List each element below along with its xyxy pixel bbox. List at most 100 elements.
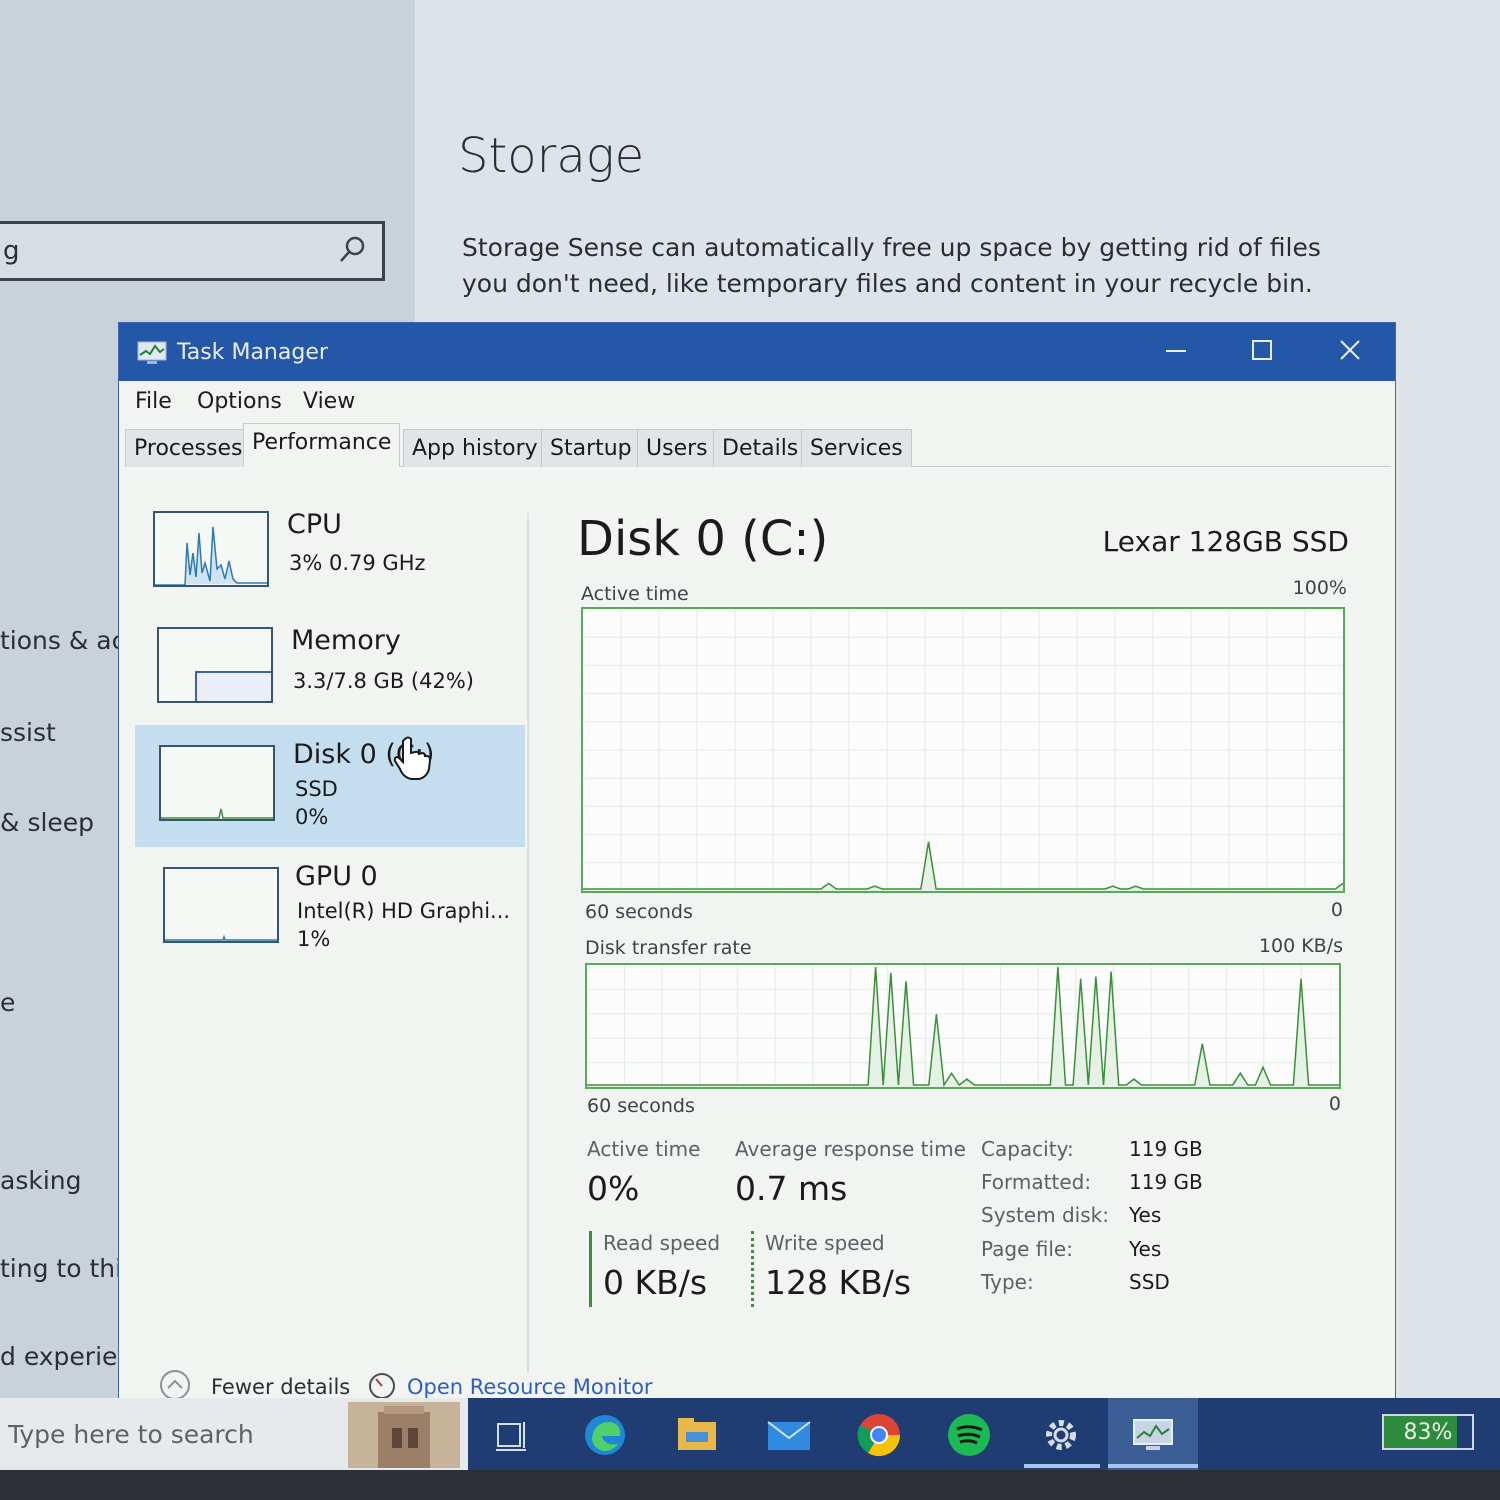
tab-performance[interactable]: Performance [243, 423, 401, 467]
task-manager-app-icon [137, 341, 167, 364]
tab-details[interactable]: Details [713, 429, 808, 467]
write-speed-value: 128 KB/s [765, 1263, 912, 1302]
tab-services[interactable]: Services [801, 429, 912, 467]
fewer-details-link[interactable]: Fewer details [211, 1375, 350, 1399]
open-resource-monitor-link[interactable]: Open Resource Monitor [407, 1375, 653, 1399]
gpu-model-text: Intel(R) HD Graphi... [297, 899, 511, 923]
close-button[interactable] [1315, 329, 1385, 375]
formatted-key: Formatted: [981, 1170, 1092, 1194]
page-file-value: Yes [1129, 1237, 1162, 1261]
settings-nav-item-multitasking[interactable]: asking [0, 1166, 81, 1195]
file-explorer-icon[interactable] [672, 1410, 722, 1460]
menu-bar: File Options View [119, 381, 1395, 425]
memory-usage-text: 3.3/7.8 GB (42%) [293, 669, 474, 693]
avg-response-value: 0.7 ms [735, 1169, 848, 1208]
settings-nav-item-power-sleep[interactable]: & sleep [0, 808, 94, 837]
tab-users[interactable]: Users [637, 429, 717, 467]
system-disk-key: System disk: [981, 1203, 1109, 1227]
memory-label: Memory [291, 625, 401, 656]
tab-app-history[interactable]: App history [403, 429, 547, 467]
chevron-up-icon[interactable] [159, 1369, 191, 1401]
settings-nav-item-focus-assist[interactable]: ssist [0, 718, 56, 747]
transfer-rate-graph-label: Disk transfer rate [585, 937, 752, 959]
tab-processes[interactable]: Processes [125, 429, 252, 467]
cpu-thumbnail-graph [153, 511, 269, 587]
minimize-icon [1166, 350, 1186, 352]
spotify-icon[interactable] [944, 1410, 994, 1460]
storage-sense-description: Storage Sense can automatically free up … [462, 233, 1321, 298]
active-time-max-label: 100% [1292, 577, 1347, 599]
sidebar-item-gpu-0[interactable]: GPU 0 Intel(R) HD Graphi... 1% [135, 845, 525, 967]
maximize-icon [1252, 340, 1272, 360]
settings-icon[interactable] [1036, 1410, 1086, 1460]
transfer-rate-min-label: 0 [1328, 1093, 1341, 1115]
disk-thumbnail-graph [159, 745, 275, 821]
page-file-key: Page file: [981, 1237, 1073, 1261]
tab-strip: Processes Performance App history Startu… [125, 423, 1391, 467]
cpu-usage-text: 3% 0.79 GHz [289, 551, 426, 575]
page-title: Storage [458, 128, 645, 184]
search-icon[interactable] [336, 234, 368, 266]
write-speed-label: Write speed [765, 1231, 885, 1255]
screen-bezel-bottom [0, 1470, 1500, 1500]
title-bar[interactable]: Task Manager [119, 323, 1395, 381]
settings-search-box[interactable]: g [0, 221, 385, 281]
system-disk-value: Yes [1129, 1203, 1162, 1227]
taskbar: Type here to search 83% [0, 1398, 1500, 1470]
active-time-graph-label: Active time [581, 583, 689, 605]
menu-options[interactable]: Options [197, 389, 282, 414]
capacity-value: 119 GB [1129, 1137, 1203, 1161]
battery-percent-text: 83% [1403, 1420, 1453, 1445]
menu-view[interactable]: View [303, 389, 355, 414]
task-view-icon[interactable] [486, 1410, 536, 1460]
close-icon [1340, 340, 1360, 360]
disk-title: Disk 0 (C:) [577, 511, 829, 567]
settings-running-indicator [1024, 1464, 1100, 1468]
taskbar-search-placeholder: Type here to search [8, 1420, 254, 1449]
formatted-value: 119 GB [1129, 1170, 1203, 1194]
transfer-rate-graph [585, 963, 1341, 1089]
edge-icon[interactable] [580, 1410, 630, 1460]
resource-monitor-icon[interactable] [367, 1371, 397, 1401]
tab-startup[interactable]: Startup [541, 429, 641, 467]
mail-icon[interactable] [764, 1410, 814, 1460]
sidebar-item-disk-0[interactable]: Disk 0 (C:) SSD 0% [135, 725, 525, 847]
disk-usage-text: 0% [295, 805, 329, 829]
active-time-graph [581, 607, 1345, 893]
task-manager-running-indicator [1108, 1464, 1198, 1468]
read-speed-value: 0 KB/s [603, 1263, 708, 1302]
task-manager-icon [1133, 1419, 1173, 1450]
disk-model: Lexar 128GB SSD [1102, 525, 1349, 558]
active-time-x-label: 60 seconds [585, 901, 693, 923]
performance-sidebar: CPU 3% 0.79 GHz Memory 3.3/7.8 GB (42%) … [135, 493, 527, 1313]
sidebar-item-cpu[interactable]: CPU 3% 0.79 GHz [135, 493, 525, 615]
sidebar-item-memory[interactable]: Memory 3.3/7.8 GB (42%) [135, 609, 525, 731]
gpu-label: GPU 0 [295, 861, 378, 892]
battery-indicator[interactable]: 83% [1382, 1414, 1474, 1450]
task-manager-window: Task Manager File Options View Processes… [118, 322, 1396, 1402]
read-speed-label: Read speed [603, 1231, 721, 1255]
search-highlight-image-icon [348, 1402, 460, 1468]
window-title: Task Manager [177, 340, 328, 365]
memory-level-fill [195, 671, 271, 701]
type-value: SSD [1129, 1270, 1170, 1294]
hand-cursor-icon [393, 736, 431, 780]
gpu-thumbnail-graph [163, 867, 279, 943]
settings-nav-item-storage[interactable]: e [0, 988, 15, 1017]
task-manager-taskbar-button[interactable] [1108, 1398, 1198, 1470]
active-time-min-label: 0 [1330, 899, 1343, 921]
transfer-rate-x-label: 60 seconds [587, 1095, 695, 1117]
sidebar-divider [527, 513, 529, 1373]
memory-thumbnail-graph [157, 627, 273, 703]
write-speed-indicator [751, 1231, 754, 1307]
chrome-icon[interactable] [854, 1410, 904, 1460]
read-speed-indicator [589, 1231, 592, 1307]
minimize-button[interactable] [1141, 329, 1211, 375]
transfer-rate-max-label: 100 KB/s [1258, 935, 1343, 957]
taskbar-search-box[interactable]: Type here to search [0, 1398, 468, 1470]
menu-file[interactable]: File [135, 389, 172, 414]
active-time-plot [583, 609, 1343, 891]
transfer-rate-plot [587, 965, 1339, 1087]
maximize-button[interactable] [1227, 329, 1297, 375]
gpu-usage-text: 1% [297, 927, 331, 951]
